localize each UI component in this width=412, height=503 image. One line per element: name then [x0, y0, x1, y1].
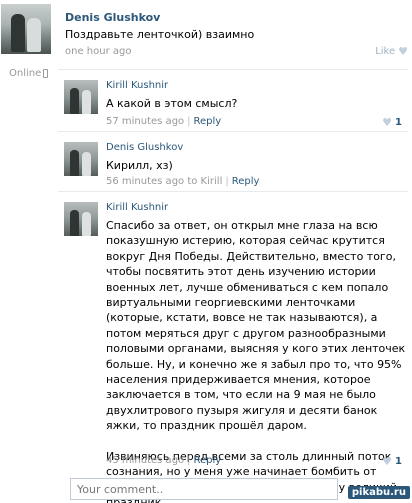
- heart-icon: ♥: [382, 116, 393, 129]
- watermark-badge: pikabu.ru: [347, 486, 410, 499]
- comment-like-button[interactable]: ♥ 1: [382, 116, 402, 129]
- comment-meta: 57 minutes ago | Reply: [106, 116, 222, 127]
- comment-text: Кирилл, хз): [106, 159, 173, 172]
- comment-timestamp[interactable]: 45 minutes ago: [106, 455, 184, 466]
- reply-link[interactable]: Reply: [194, 116, 222, 127]
- comment-meta: 56 minutes ago to Kirill | Reply: [106, 176, 260, 187]
- reply-to-link[interactable]: to Kirill: [187, 176, 222, 187]
- comment-item: Denis Glushkov Кирилл, хз) 56 minutes ag…: [58, 131, 408, 191]
- comment-author-link[interactable]: Kirill Kushnir: [106, 202, 168, 213]
- like-label: Like: [375, 46, 396, 57]
- avatar[interactable]: [64, 202, 98, 236]
- like-count: 1: [395, 456, 402, 467]
- comment-item: Kirill Kushnir А какой в этом смысл? 57 …: [58, 69, 408, 131]
- reply-link[interactable]: Reply: [232, 176, 260, 187]
- comment-timestamp[interactable]: 56 minutes ago: [106, 176, 184, 187]
- heart-icon: ♥: [382, 455, 393, 468]
- mobile-phone-icon: [43, 69, 49, 78]
- comment-text: А какой в этом смысл?: [106, 97, 238, 110]
- post-author-link[interactable]: Denis Glushkov: [65, 11, 160, 24]
- like-count: 1: [395, 117, 402, 128]
- comment-paragraph: Спасибо за ответ, он открыл мне глаза на…: [106, 219, 406, 433]
- comment-author-link[interactable]: Kirill Kushnir: [106, 80, 168, 91]
- post-timestamp[interactable]: one hour ago: [65, 46, 131, 57]
- heart-icon: ♥: [398, 45, 408, 58]
- online-label: Online: [9, 68, 42, 79]
- comment-item: Kirill Kushnir Спасибо за ответ, он откр…: [58, 191, 408, 503]
- avatar[interactable]: [1, 4, 51, 54]
- like-button[interactable]: Like ♥: [375, 45, 408, 58]
- comment-input[interactable]: Your comment..: [70, 478, 338, 500]
- comment-like-button[interactable]: ♥ 1: [382, 455, 402, 468]
- comment-meta: 45 minutes ago | Reply: [106, 455, 222, 466]
- avatar[interactable]: [64, 80, 98, 114]
- avatar[interactable]: [64, 142, 98, 176]
- reply-link[interactable]: Reply: [194, 455, 222, 466]
- online-status: Online: [9, 68, 49, 79]
- comment-author-link[interactable]: Denis Glushkov: [106, 142, 183, 153]
- post-text: Поздравьте ленточкой) взаимно: [65, 28, 255, 41]
- comment-timestamp[interactable]: 57 minutes ago: [106, 116, 184, 127]
